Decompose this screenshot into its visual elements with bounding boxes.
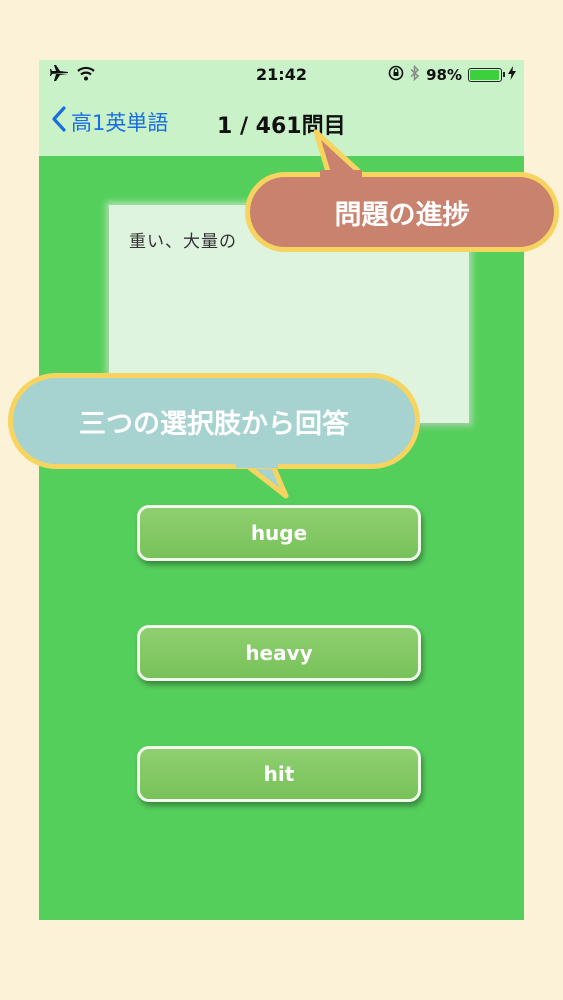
- back-button-label: 高1英単語: [71, 110, 169, 135]
- chevron-left-icon: [51, 106, 67, 137]
- battery-icon: [468, 68, 505, 82]
- status-right: 98%: [388, 64, 516, 85]
- callout-progress: 問題の進捗: [245, 172, 559, 252]
- navigation-bar: 高1英単語 1 / 461問目: [39, 90, 524, 156]
- choice-button-3[interactable]: hit: [137, 746, 421, 802]
- bluetooth-icon: [410, 64, 420, 85]
- choice-button-2[interactable]: heavy: [137, 625, 421, 681]
- battery-percent: 98%: [426, 66, 462, 84]
- charging-icon: [508, 66, 516, 84]
- callout-answer-tail-cover: [236, 458, 278, 468]
- choice-button-1[interactable]: huge: [137, 505, 421, 561]
- callout-progress-text: 問題の進捗: [334, 199, 470, 231]
- status-bar: 21:42 98%: [39, 60, 524, 90]
- orientation-lock-icon: [388, 65, 404, 85]
- callout-answer: 三つの選択肢から回答: [8, 373, 420, 469]
- callout-answer-text: 三つの選択肢から回答: [79, 408, 349, 440]
- back-button[interactable]: 高1英単語: [51, 106, 168, 137]
- callout-progress-tail-cover: [320, 170, 362, 182]
- question-text: 重い、大量の: [129, 232, 237, 252]
